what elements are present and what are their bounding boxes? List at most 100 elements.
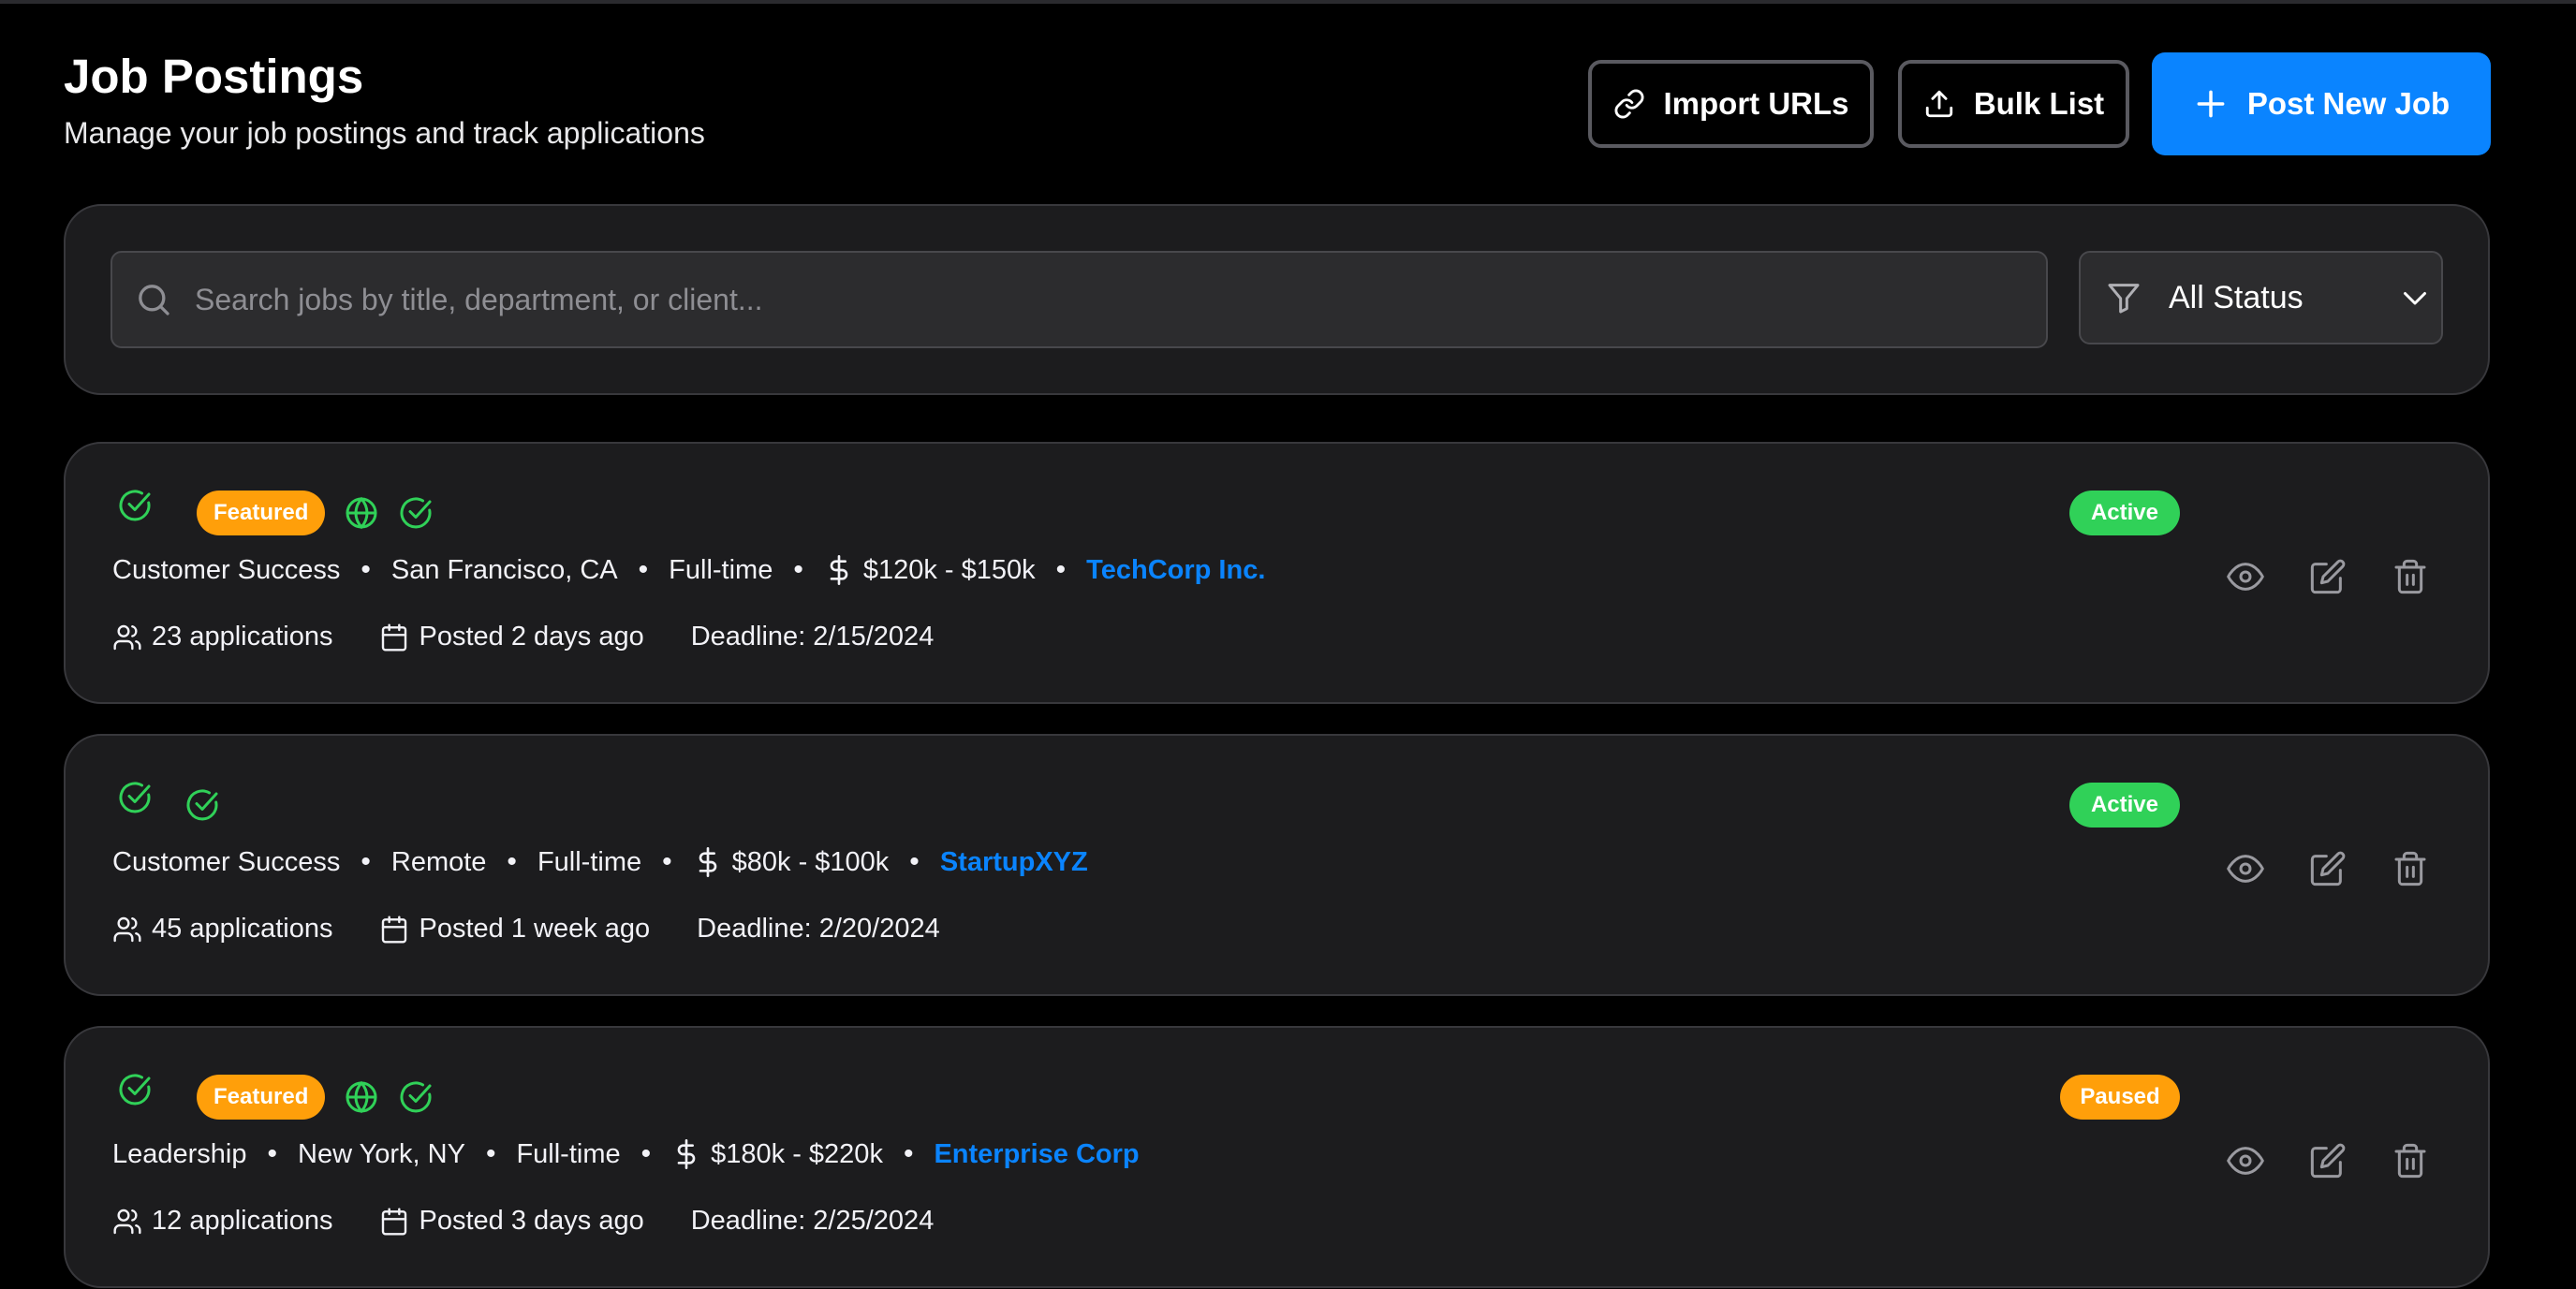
post-new-job-button[interactable]: Post New Job (2152, 52, 2491, 155)
page-title: Job Postings (64, 50, 364, 103)
delete-button[interactable] (2384, 1135, 2436, 1187)
featured-badge: Featured (197, 491, 326, 535)
separator-dot: • (485, 1138, 496, 1169)
status-badge: Active (2069, 783, 2180, 828)
delete-button[interactable] (2384, 842, 2436, 895)
import-urls-button[interactable]: Import URLs (1588, 60, 1874, 148)
separator-dot: • (638, 554, 649, 585)
posted-stat: Posted 3 days ago (379, 1206, 644, 1237)
status-badge: Paused (2060, 1075, 2180, 1120)
location: New York, NY (298, 1138, 465, 1169)
upload-icon (1925, 90, 1952, 118)
users-icon (113, 624, 141, 650)
separator-dot: • (640, 1138, 652, 1169)
users-icon (113, 916, 141, 942)
dollar-icon (830, 555, 848, 585)
applications-stat: 45 applications (112, 914, 332, 945)
client-link[interactable]: Enterprise Corp (934, 1139, 1139, 1170)
separator-dot: • (507, 846, 517, 877)
search-input[interactable] (193, 252, 2046, 347)
salary: $80k - $100k (693, 846, 890, 878)
posted-date: Posted 2 days ago (419, 622, 644, 652)
job-card: Featured Paused Leadership • New York, N… (64, 1026, 2490, 1288)
eye-icon (2227, 1147, 2264, 1175)
deadline: Deadline: 2/25/2024 (690, 1206, 935, 1236)
job-meta-row: Leadership • New York, NY • Full-time • … (112, 1138, 1140, 1170)
separator-dot: • (662, 846, 672, 877)
salary-range: $120k - $150k (862, 554, 1036, 585)
edit-button[interactable] (2302, 1135, 2354, 1187)
check-circle-icon (186, 789, 218, 821)
check-circle-icon (119, 490, 151, 521)
separator-dot: • (909, 846, 920, 877)
check-circle-icon (119, 1074, 151, 1106)
deadline: Deadline: 2/15/2024 (690, 622, 935, 652)
job-stats-row: 23 applications Posted 2 days ago Deadli… (112, 622, 934, 652)
separator-dot: • (1055, 554, 1067, 585)
job-meta-row: Customer Success • San Francisco, CA • F… (112, 554, 1265, 586)
separator-dot: • (361, 846, 371, 877)
applications-count: 45 applications (152, 914, 333, 944)
job-type: Full-time (516, 1138, 621, 1169)
trash-icon (2394, 1143, 2426, 1179)
users-icon (113, 1208, 141, 1234)
job-stats-row: 45 applications Posted 1 week ago Deadli… (112, 914, 940, 945)
job-type: Full-time (669, 554, 773, 585)
client-link[interactable]: TechCorp Inc. (1086, 555, 1265, 586)
job-stats-row: 12 applications Posted 3 days ago Deadli… (112, 1206, 934, 1237)
client-link[interactable]: StartupXYZ (940, 847, 1088, 878)
filter-icon (2108, 284, 2140, 314)
applications-stat: 23 applications (112, 622, 332, 652)
delete-button[interactable] (2384, 550, 2436, 603)
check-circle-icon (400, 1081, 432, 1113)
dollar-icon (677, 1139, 696, 1169)
applications-count: 12 applications (152, 1206, 333, 1236)
featured-badge: Featured (197, 1075, 326, 1120)
applications-count: 23 applications (152, 622, 333, 652)
applications-stat: 12 applications (112, 1206, 332, 1237)
page-subtitle: Manage your job postings and track appli… (64, 116, 705, 150)
view-button[interactable] (2219, 550, 2272, 603)
trash-icon (2394, 851, 2426, 886)
calendar-icon (382, 915, 407, 944)
calendar-icon (382, 1207, 407, 1236)
posted-date: Posted 3 days ago (419, 1206, 644, 1236)
bulk-list-button[interactable]: Bulk List (1898, 60, 2129, 148)
bulk-list-label: Bulk List (1973, 86, 2105, 121)
eye-icon (2227, 855, 2264, 883)
salary-range: $180k - $220k (711, 1138, 883, 1169)
deadline: Deadline: 2/20/2024 (697, 914, 940, 944)
edit-button[interactable] (2302, 842, 2354, 895)
location: San Francisco, CA (390, 554, 618, 585)
check-circle-icon (400, 497, 432, 529)
link-icon (1614, 89, 1643, 119)
globe-icon (346, 496, 377, 530)
edit-button[interactable] (2302, 550, 2354, 603)
check-circle-icon (119, 782, 151, 813)
edit-icon (2310, 1143, 2346, 1179)
post-new-job-label: Post New Job (2246, 86, 2451, 121)
plus-icon (2197, 90, 2225, 118)
job-card: Active Customer Success • Remote • Full-… (64, 734, 2490, 996)
posted-stat: Posted 2 days ago (379, 622, 644, 652)
status-badge: Active (2069, 491, 2180, 535)
department: Customer Success (112, 846, 341, 877)
posted-stat: Posted 1 week ago (379, 914, 650, 945)
salary-range: $80k - $100k (731, 846, 890, 877)
edit-icon (2310, 851, 2346, 886)
posted-date: Posted 1 week ago (419, 914, 651, 944)
location: Remote (390, 846, 487, 877)
chevron-down-icon (2404, 292, 2426, 305)
status-filter-select[interactable]: All Status (2079, 251, 2443, 344)
view-button[interactable] (2219, 842, 2272, 895)
department: Customer Success (112, 554, 341, 585)
job-meta-row: Customer Success • Remote • Full-time • … (112, 846, 1088, 878)
view-button[interactable] (2219, 1135, 2272, 1187)
search-box[interactable] (110, 251, 2048, 348)
job-card: Featured Active Customer Success • San F… (64, 442, 2490, 704)
salary: $120k - $150k (824, 555, 1036, 586)
separator-dot: • (361, 554, 371, 585)
trash-icon (2394, 559, 2426, 594)
separator-dot: • (267, 1138, 278, 1169)
top-border (0, 0, 2576, 4)
